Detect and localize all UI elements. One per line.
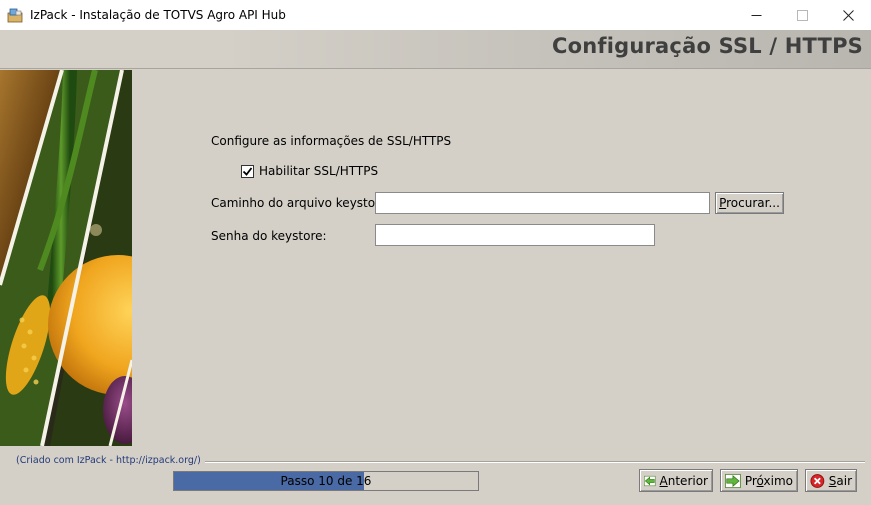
exit-button-label: Sair [828,473,852,488]
progress-text: Passo 10 de 16 [280,474,372,488]
exit-button[interactable]: Sair [805,469,857,492]
close-icon[interactable] [825,0,871,30]
maximize-icon[interactable] [779,0,825,30]
arrow-left-icon [644,475,656,486]
crops-illustration [0,70,132,446]
stop-icon [810,473,825,488]
next-button-label: Próximo [744,473,793,488]
enable-ssl-row[interactable]: Habilitar SSL/HTTPS [241,164,378,178]
step-progress-bar: Passo 10 de 16 [173,471,479,491]
checkmark-icon [242,166,253,176]
izpack-app-icon [7,8,23,23]
panel-header: Configuração SSL / HTTPS [0,30,871,69]
previous-button-label: Anterior [659,473,708,488]
window-titlebar: IzPack - Instalação de TOTVS Agro API Hu… [0,0,871,30]
footer-divider [205,461,865,463]
arrow-right-icon [725,473,741,488]
page-title: Configuração SSL / HTTPS [552,34,863,58]
enable-ssl-checkbox[interactable] [241,164,254,178]
keystore-path-label: Caminho do arquivo keystore: [211,196,392,210]
keystore-path-input[interactable] [375,192,710,214]
side-banner-image [0,70,132,446]
window-title: IzPack - Instalação de TOTVS Agro API Hu… [30,8,286,22]
enable-ssl-label: Habilitar SSL/HTTPS [259,164,379,178]
ssl-intro-label: Configure as informações de SSL/HTTPS [211,134,452,148]
izpack-credit: (Criado com IzPack - http://izpack.org/) [16,455,201,466]
minimize-icon[interactable] [733,0,779,30]
browse-button[interactable]: Procurar... [715,192,784,214]
browse-button-label: Procurar... [719,196,780,210]
keystore-password-input[interactable] [375,224,655,246]
keystore-password-label: Senha do keystore: [211,229,327,243]
next-button[interactable]: Próximo [720,469,798,492]
previous-button[interactable]: Anterior [639,469,713,492]
